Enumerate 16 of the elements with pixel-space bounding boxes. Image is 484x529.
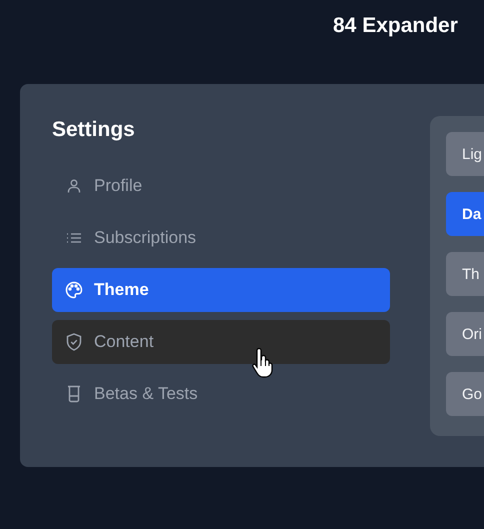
theme-option[interactable]: Da — [446, 192, 484, 236]
beaker-icon — [67, 385, 81, 403]
theme-option[interactable]: Lig — [446, 132, 484, 176]
page-title: 84 Expander — [333, 14, 458, 38]
hand-cursor-icon — [250, 348, 274, 378]
palette-icon — [65, 281, 83, 299]
theme-option[interactable]: Th — [446, 252, 484, 296]
shield-check-icon — [66, 333, 82, 351]
theme-option[interactable]: Ori — [446, 312, 484, 356]
settings-nav-item[interactable]: Profile — [52, 164, 390, 208]
settings-heading: Settings — [52, 117, 136, 143]
settings-nav-item[interactable]: Subscriptions — [52, 216, 390, 260]
person-icon — [66, 178, 82, 194]
settings-nav-item[interactable]: Theme — [52, 268, 390, 312]
settings-nav-item[interactable]: Betas & Tests — [52, 372, 390, 416]
theme-option[interactable]: Go — [446, 372, 484, 416]
